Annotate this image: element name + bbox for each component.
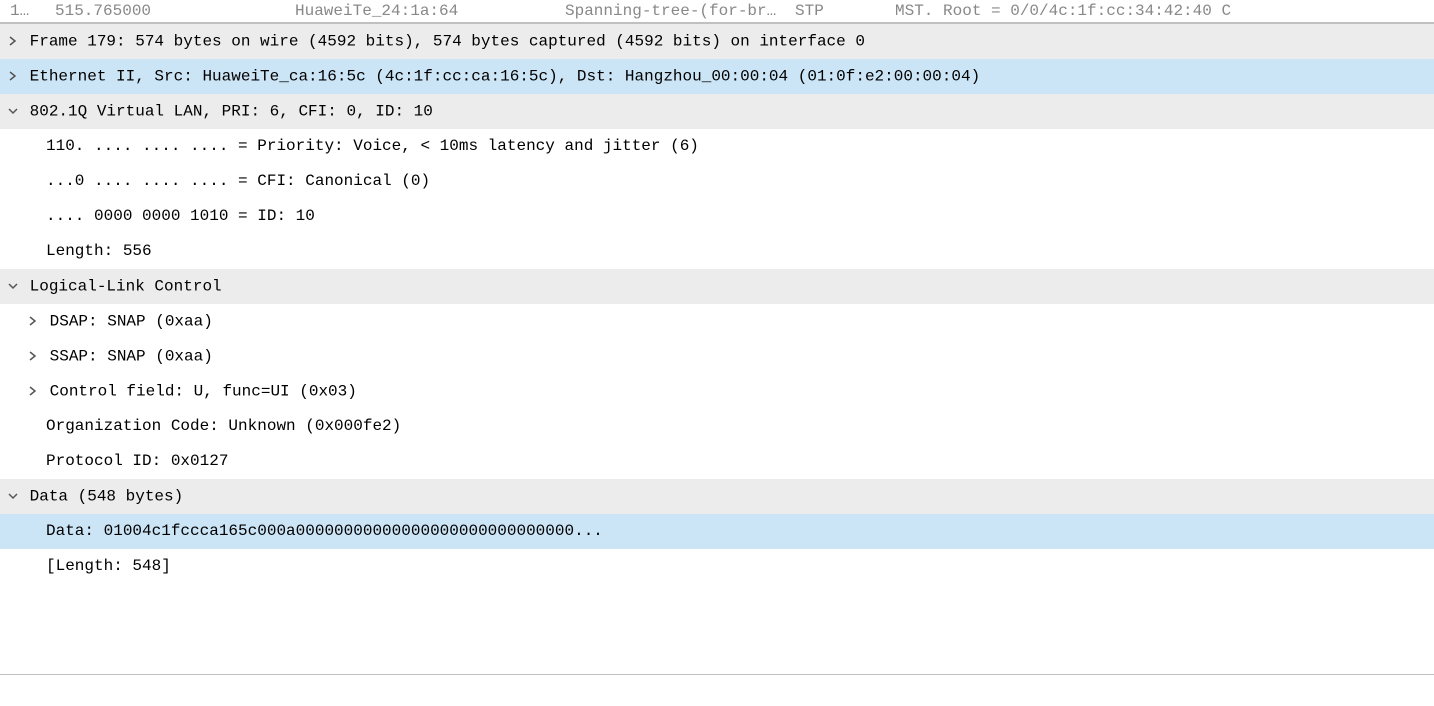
data-length-label: [Length: 548] <box>46 557 171 575</box>
llc-header-row[interactable]: Logical-Link Control <box>0 269 1434 304</box>
llc-orgcode-row[interactable]: Organization Code: Unknown (0x000fe2) <box>0 409 1434 444</box>
llc-header-label: Logical-Link Control <box>30 278 222 296</box>
chevron-down-icon[interactable] <box>6 94 20 129</box>
llc-control-label: Control field: U, func=UI (0x03) <box>50 383 357 401</box>
llc-protoid-row[interactable]: Protocol ID: 0x0127 <box>0 444 1434 479</box>
llc-control-row[interactable]: Control field: U, func=UI (0x03) <box>0 374 1434 409</box>
frame-label: Frame 179: 574 bytes on wire (4592 bits)… <box>30 33 865 51</box>
llc-ssap-row[interactable]: SSAP: SNAP (0xaa) <box>0 339 1434 374</box>
vlan-priority-row[interactable]: 110. .... .... .... = Priority: Voice, <… <box>0 129 1434 164</box>
data-value-label: Data: 01004c1fccca165c000a00000000000000… <box>46 522 603 540</box>
data-value-row[interactable]: Data: 01004c1fccca165c000a00000000000000… <box>0 514 1434 549</box>
col-source: HuaweiTe_24:1a:64 <box>295 2 565 20</box>
chevron-right-icon[interactable] <box>26 304 40 339</box>
col-info: MST. Root = 0/0/4c:1f:cc:34:42:40 C <box>895 2 1434 20</box>
packet-details-pane[interactable]: Frame 179: 574 bytes on wire (4592 bits)… <box>0 23 1434 675</box>
chevron-right-icon[interactable] <box>6 24 20 59</box>
llc-dsap-row[interactable]: DSAP: SNAP (0xaa) <box>0 304 1434 339</box>
ethernet-row[interactable]: Ethernet II, Src: HuaweiTe_ca:16:5c (4c:… <box>0 59 1434 94</box>
data-length-row[interactable]: [Length: 548] <box>0 549 1434 584</box>
vlan-length-label: Length: 556 <box>46 242 152 260</box>
chevron-right-icon[interactable] <box>26 374 40 409</box>
chevron-right-icon[interactable] <box>26 339 40 374</box>
col-time: 515.765000 <box>55 2 295 20</box>
llc-protoid-label: Protocol ID: 0x0127 <box>46 452 228 470</box>
chevron-right-icon[interactable] <box>6 59 20 94</box>
vlan-header-label: 802.1Q Virtual LAN, PRI: 6, CFI: 0, ID: … <box>30 103 433 121</box>
packet-row[interactable]: 1… 515.765000 HuaweiTe_24:1a:64 Spanning… <box>0 2 1434 20</box>
llc-orgcode-label: Organization Code: Unknown (0x000fe2) <box>46 417 401 435</box>
ethernet-label: Ethernet II, Src: HuaweiTe_ca:16:5c (4c:… <box>30 68 981 86</box>
vlan-cfi-row[interactable]: ...0 .... .... .... = CFI: Canonical (0) <box>0 164 1434 199</box>
chevron-down-icon[interactable] <box>6 269 20 304</box>
vlan-header-row[interactable]: 802.1Q Virtual LAN, PRI: 6, CFI: 0, ID: … <box>0 94 1434 129</box>
col-no: 1… <box>0 2 55 20</box>
vlan-id-row[interactable]: .... 0000 0000 1010 = ID: 10 <box>0 199 1434 234</box>
frame-row[interactable]: Frame 179: 574 bytes on wire (4592 bits)… <box>0 24 1434 59</box>
col-protocol: STP <box>795 2 895 20</box>
llc-dsap-label: DSAP: SNAP (0xaa) <box>50 313 213 331</box>
data-header-row[interactable]: Data (548 bytes) <box>0 479 1434 514</box>
chevron-down-icon[interactable] <box>6 479 20 514</box>
packet-list[interactable]: 1… 515.765000 HuaweiTe_24:1a:64 Spanning… <box>0 0 1434 23</box>
vlan-id-label: .... 0000 0000 1010 = ID: 10 <box>46 207 315 225</box>
vlan-priority-label: 110. .... .... .... = Priority: Voice, <… <box>46 137 699 155</box>
data-header-label: Data (548 bytes) <box>30 488 184 506</box>
col-destination: Spanning-tree-(for-br… <box>565 2 795 20</box>
llc-ssap-label: SSAP: SNAP (0xaa) <box>50 348 213 366</box>
vlan-cfi-label: ...0 .... .... .... = CFI: Canonical (0) <box>46 172 430 190</box>
vlan-length-row[interactable]: Length: 556 <box>0 234 1434 269</box>
